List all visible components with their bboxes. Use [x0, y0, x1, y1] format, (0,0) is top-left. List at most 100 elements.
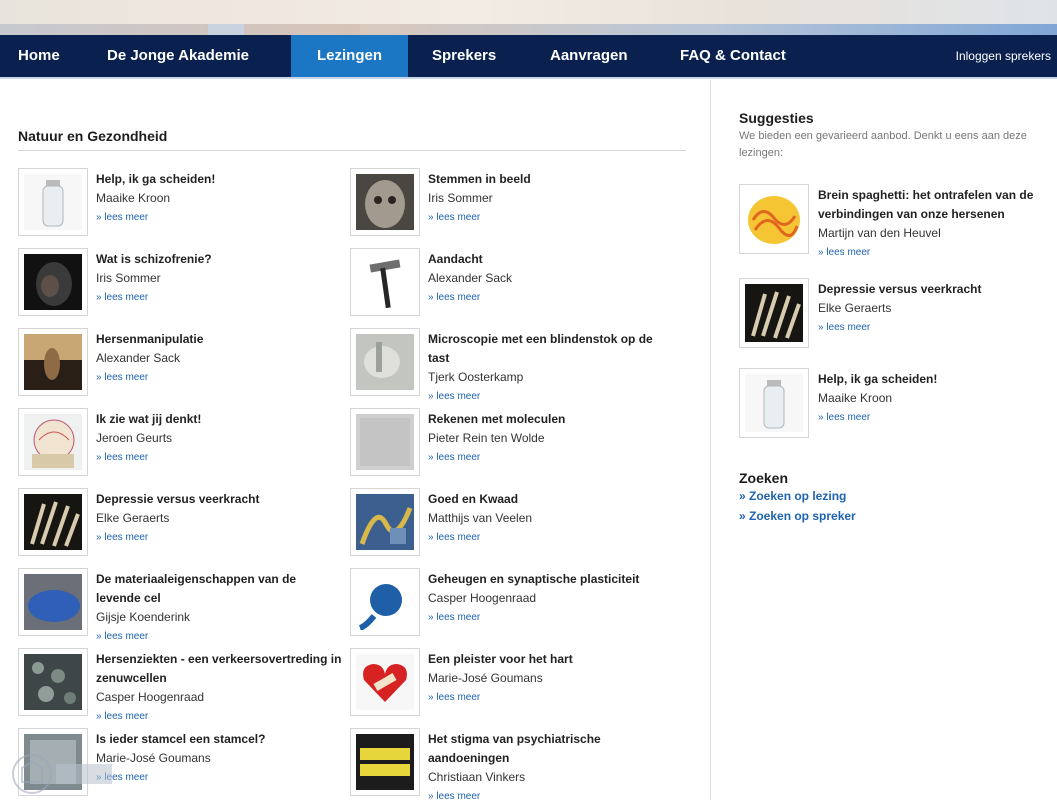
read-more-link[interactable]: » lees meer: [818, 408, 1050, 428]
section-title: Natuur en Gezondheid: [18, 128, 686, 151]
lecture-thumbnail[interactable]: [18, 168, 88, 236]
lecture-thumbnail[interactable]: [350, 248, 420, 316]
nav-item-aanvragen[interactable]: Aanvragen: [550, 35, 628, 77]
suggestion-thumbnail[interactable]: [739, 184, 809, 254]
lecture-title[interactable]: Geheugen en synaptische plasticiteit: [428, 570, 676, 589]
suggestion-thumbnail[interactable]: [739, 278, 809, 348]
read-more-link[interactable]: » lees meer: [96, 208, 344, 228]
lecture-title[interactable]: Aandacht: [428, 250, 676, 269]
read-more-link[interactable]: » lees meer: [818, 318, 1050, 338]
read-more-link[interactable]: » lees meer: [428, 608, 676, 628]
lecture-item: Rekenen met moleculen Pieter Rein ten Wol…: [350, 408, 680, 480]
lecture-title[interactable]: Is ieder stamcel een stamcel?: [96, 730, 344, 749]
lecture-item: Microscopie met een blindenstok op de ta…: [350, 328, 680, 402]
lecture-item: De materiaaleigenschappen van de levende…: [18, 568, 348, 642]
nav-item-lezingen[interactable]: Lezingen: [291, 35, 408, 77]
suggestion-speaker: Elke Geraerts: [818, 301, 892, 315]
read-more-link[interactable]: » lees meer: [428, 528, 676, 548]
lecture-thumbnail[interactable]: [18, 248, 88, 316]
read-more-link[interactable]: » lees meer: [818, 243, 1050, 263]
read-more-link[interactable]: » lees meer: [428, 448, 676, 468]
read-more-link[interactable]: » lees meer: [96, 528, 344, 548]
sidebar: Suggesties We bieden een gevarieerd aanb…: [739, 110, 1049, 523]
lecture-item: Ik zie wat jij denkt! Jeroen Geurts » lees…: [18, 408, 348, 480]
lecture-item: Goed en Kwaad Matthijs van Veelen » lees m…: [350, 488, 680, 560]
read-more-link[interactable]: » lees meer: [96, 288, 344, 308]
lecture-thumbnail[interactable]: [18, 328, 88, 396]
lecture-title[interactable]: Ik zie wat jij denkt!: [96, 410, 344, 429]
lecture-item: Geheugen en synaptische plasticiteit Casp…: [350, 568, 680, 640]
suggestion-title[interactable]: Brein spaghetti: het ontrafelen van de v…: [818, 186, 1050, 224]
lecture-title[interactable]: Hersenziekten - een verkeersovertreding …: [96, 650, 344, 688]
read-more-link[interactable]: » lees meer: [96, 627, 344, 647]
nav-item-sprekers[interactable]: Sprekers: [432, 35, 496, 77]
lecture-list: Natuur en Gezondheid Help, ik ga scheide…: [18, 128, 688, 802]
read-more-link[interactable]: » lees meer: [96, 368, 344, 388]
lecture-thumbnail[interactable]: [350, 408, 420, 476]
lecture-item: Stemmen in beeld Iris Sommer » lees meer: [350, 168, 680, 240]
lecture-title[interactable]: Depressie versus veerkracht: [96, 490, 344, 509]
lecture-thumbnail[interactable]: [18, 648, 88, 716]
lecture-thumbnail[interactable]: [350, 648, 420, 716]
lecture-title[interactable]: Stemmen in beeld: [428, 170, 676, 189]
read-more-link[interactable]: » lees meer: [428, 787, 676, 807]
lecture-thumbnail[interactable]: [18, 408, 88, 476]
lecture-title[interactable]: Hersenmanipulatie: [96, 330, 344, 349]
lecture-item: Het stigma van psychiatrische aandoening…: [350, 728, 680, 802]
lecture-speaker: Matthijs van Veelen: [428, 511, 533, 525]
nav-item-de-jonge-akademie[interactable]: De Jonge Akademie: [107, 35, 249, 77]
lecture-title[interactable]: Goed en Kwaad: [428, 490, 676, 509]
lecture-item: Depressie versus veerkracht Elke Geraerts…: [18, 488, 348, 560]
suggestion-speaker: Maaike Kroon: [818, 391, 893, 405]
lecture-speaker: Elke Geraerts: [96, 511, 170, 525]
lecture-thumbnail[interactable]: [350, 728, 420, 796]
search-by-lecture-link[interactable]: » Zoeken op lezing: [739, 486, 856, 506]
lecture-title[interactable]: De materiaaleigenschappen van de levende…: [96, 570, 344, 608]
top-decorative-banner: [0, 0, 1057, 35]
read-more-link[interactable]: » lees meer: [96, 707, 344, 727]
suggestion-item: Brein spaghetti: het ontrafelen van de v…: [739, 184, 1049, 264]
read-more-link[interactable]: » lees meer: [96, 768, 344, 788]
read-more-link[interactable]: » lees meer: [96, 448, 344, 468]
lecture-speaker: Tjerk Oosterkamp: [428, 370, 524, 384]
lecture-title[interactable]: Het stigma van psychiatrische aandoening…: [428, 730, 676, 768]
lecture-title[interactable]: Help, ik ga scheiden!: [96, 170, 344, 189]
suggestion-item: Depressie versus veerkracht Elke Geraerts…: [739, 278, 1049, 358]
suggestion-item: Help, ik ga scheiden! Maaike Kroon » lees …: [739, 368, 1049, 448]
lecture-item: Hersenmanipulatie Alexander Sack » lees me…: [18, 328, 348, 400]
nav-item-home[interactable]: Home: [18, 35, 60, 77]
lecture-thumbnail[interactable]: [350, 488, 420, 556]
lecture-title[interactable]: Wat is schizofrenie?: [96, 250, 344, 269]
lecture-speaker: Alexander Sack: [428, 271, 513, 285]
lecture-thumbnail[interactable]: [350, 568, 420, 636]
lecture-speaker: Casper Hoogenraad: [96, 690, 205, 704]
lecture-speaker: Gijsje Koenderink: [96, 610, 191, 624]
lecture-speaker: Iris Sommer: [96, 271, 161, 285]
lecture-speaker: Marie-José Goumans: [428, 671, 543, 685]
lecture-thumbnail[interactable]: [350, 328, 420, 396]
lecture-speaker: Alexander Sack: [96, 351, 181, 365]
lecture-title[interactable]: Rekenen met moleculen: [428, 410, 676, 429]
suggestion-title[interactable]: Depressie versus veerkracht: [818, 280, 1050, 299]
read-more-link[interactable]: » lees meer: [428, 688, 676, 708]
lecture-item: Aandacht Alexander Sack » lees meer: [350, 248, 680, 320]
login-speakers-link[interactable]: Inloggen sprekers: [956, 35, 1051, 77]
lecture-title[interactable]: Een pleister voor het hart: [428, 650, 676, 669]
lecture-title[interactable]: Microscopie met een blindenstok op de ta…: [428, 330, 676, 368]
lecture-speaker: Marie-José Goumans: [96, 751, 211, 765]
nav-item-faq-contact[interactable]: FAQ & Contact: [680, 35, 786, 77]
read-more-link[interactable]: » lees meer: [428, 208, 676, 228]
lecture-thumbnail[interactable]: [350, 168, 420, 236]
watermark-logo: [12, 754, 112, 794]
lecture-speaker: Maaike Kroon: [96, 191, 171, 205]
lecture-speaker: Iris Sommer: [428, 191, 493, 205]
read-more-link[interactable]: » lees meer: [428, 288, 676, 308]
read-more-link[interactable]: » lees meer: [428, 387, 676, 407]
lecture-thumbnail[interactable]: [18, 488, 88, 556]
lecture-item: Wat is schizofrenie? Iris Sommer » lees me…: [18, 248, 348, 320]
suggestion-title[interactable]: Help, ik ga scheiden!: [818, 370, 1050, 389]
suggestion-thumbnail[interactable]: [739, 368, 809, 438]
lecture-thumbnail[interactable]: [18, 568, 88, 636]
search-by-speaker-link[interactable]: » Zoeken op spreker: [739, 506, 856, 526]
suggestions-intro: We bieden een gevarieerd aanbod. Denkt u…: [739, 130, 1027, 159]
